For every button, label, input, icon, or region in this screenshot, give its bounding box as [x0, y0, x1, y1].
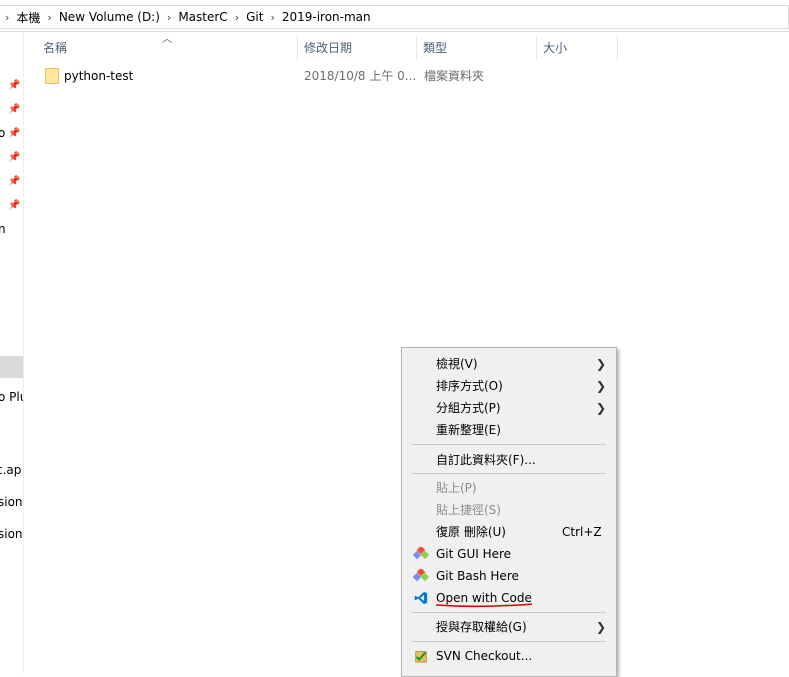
nav-item[interactable]: sion [0, 495, 23, 509]
column-header-size[interactable]: 大小 [537, 36, 618, 60]
git-gui-icon [413, 547, 429, 560]
menu-item-paste[interactable]: 貼上(P) [402, 477, 616, 499]
menu-separator [412, 473, 606, 474]
breadcrumb-drive[interactable]: New Volume (D:) [57, 10, 162, 24]
menu-item-grant-access[interactable]: 授與存取權給(G) ❯ [402, 616, 616, 638]
menu-item-shortcut: Ctrl+Z [562, 525, 602, 539]
menu-item-view[interactable]: 檢視(V) ❯ [402, 353, 616, 375]
vscode-icon [414, 591, 428, 605]
file-name[interactable]: python-test [64, 65, 133, 87]
menu-item-label: 檢視(V) [436, 357, 478, 371]
nav-item[interactable]: n [0, 222, 6, 236]
menu-item-label: Git Bash Here [436, 569, 519, 583]
chevron-right-icon[interactable]: › [42, 11, 56, 24]
nav-item[interactable]: o Plu [0, 390, 23, 404]
menu-item-customize[interactable]: 自訂此資料夾(F)... [402, 449, 616, 471]
menu-item-label: 重新整理(E) [436, 423, 501, 437]
menu-item-git-bash[interactable]: Git Bash Here [402, 565, 616, 587]
nav-item[interactable]: c.ap [0, 463, 21, 477]
navigation-pane[interactable]: 📌 📌 o 📌 📌 📌 📌 n o Plu c.ap sion sion [0, 32, 24, 673]
breadcrumb-this-pc[interactable]: 本機 [14, 9, 42, 26]
svn-checkout-icon [415, 651, 427, 663]
chevron-right-icon[interactable]: › [230, 11, 244, 24]
address-bar[interactable]: › 本機 › New Volume (D:) › MasterC › Git ›… [0, 0, 789, 32]
pin-icon: 📌 [8, 104, 21, 115]
chevron-right-icon: ❯ [596, 401, 607, 415]
nav-item[interactable]: sion [0, 527, 23, 541]
column-header-type[interactable]: 類型 [417, 36, 537, 60]
menu-item-sort[interactable]: 排序方式(O) ❯ [402, 375, 616, 397]
menu-item-label: 授與存取權給(G) [436, 620, 527, 634]
nav-item[interactable]: o [0, 126, 5, 140]
breadcrumb-git[interactable]: Git [244, 10, 265, 24]
chevron-right-icon: ❯ [596, 379, 607, 393]
menu-item-label: 自訂此資料夾(F)... [436, 453, 536, 467]
red-underline-annotation [435, 603, 533, 608]
column-header-name[interactable]: 名稱 [37, 36, 298, 60]
menu-separator [412, 641, 606, 642]
menu-item-undo[interactable]: 復原 刪除(U) Ctrl+Z [402, 521, 616, 543]
context-menu: 檢視(V) ❯ 排序方式(O) ❯ 分組方式(P) ❯ 重新整理(E) 自訂此資… [401, 347, 617, 677]
file-modified: 2018/10/8 上午 0... [304, 69, 417, 83]
menu-item-label: 分組方式(P) [436, 401, 501, 415]
menu-item-label: 排序方式(O) [436, 379, 503, 393]
menu-separator [412, 612, 606, 613]
menu-item-label: 貼上捷徑(S) [436, 503, 501, 517]
file-row[interactable]: python-test 2018/10/8 上午 0... 檔案資料夾 [38, 65, 598, 87]
menu-item-svn-checkout[interactable]: SVN Checkout... [402, 645, 616, 667]
menu-item-label: 復原 刪除(U) [436, 525, 506, 539]
pin-icon: 📌 [8, 176, 21, 187]
menu-item-group[interactable]: 分組方式(P) ❯ [402, 397, 616, 419]
menu-item-label: Git GUI Here [436, 547, 512, 561]
chevron-right-icon[interactable]: › [162, 11, 176, 24]
menu-item-label: SVN Checkout... [436, 649, 533, 663]
chevron-right-icon: ❯ [596, 357, 607, 371]
chevron-right-icon[interactable]: › [265, 11, 279, 24]
menu-item-git-gui[interactable]: Git GUI Here [402, 543, 616, 565]
menu-item-label: 貼上(P) [436, 481, 477, 495]
menu-item-paste-shortcut[interactable]: 貼上捷徑(S) [402, 499, 616, 521]
breadcrumb: › 本機 › New Volume (D:) › MasterC › Git ›… [0, 5, 789, 29]
git-bash-icon [413, 569, 429, 582]
file-type: 檔案資料夾 [424, 69, 485, 83]
menu-item-refresh[interactable]: 重新整理(E) [402, 419, 616, 441]
nav-item-selected[interactable] [0, 356, 23, 378]
breadcrumb-masterc[interactable]: MasterC [176, 10, 229, 24]
chevron-right-icon[interactable]: › [0, 11, 14, 24]
pin-icon: 📌 [8, 80, 21, 91]
pin-icon: 📌 [8, 152, 21, 163]
menu-separator [412, 444, 606, 445]
breadcrumb-current[interactable]: 2019-iron-man [280, 10, 373, 24]
column-header-modified[interactable]: 修改日期 [298, 36, 417, 60]
folder-icon [45, 68, 59, 84]
pin-icon: 📌 [8, 128, 21, 139]
chevron-right-icon: ❯ [596, 620, 607, 634]
pin-icon: 📌 [8, 200, 21, 211]
